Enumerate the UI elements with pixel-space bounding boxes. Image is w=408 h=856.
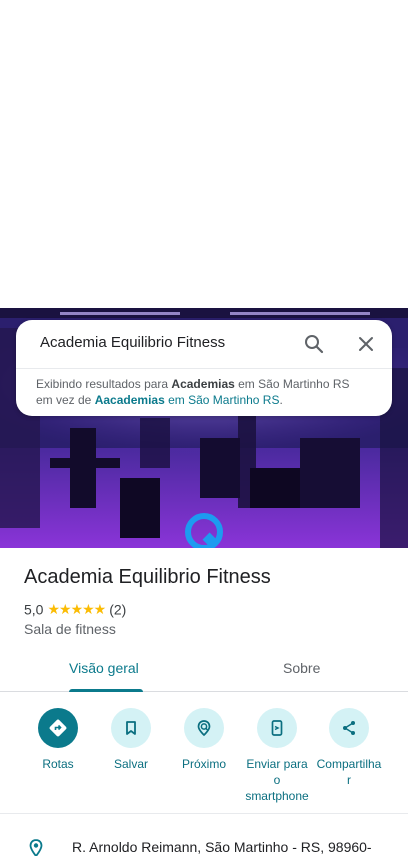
- nearby-label: Próximo: [181, 757, 226, 771]
- save-label: Salvar: [113, 757, 148, 771]
- star-rating-icon: ★★★★★: [47, 600, 106, 617]
- suggestion-location: em São Martinho RS: [234, 377, 350, 391]
- suggestion-alt-term: Aacademias: [94, 393, 165, 407]
- blank-area: [0, 0, 408, 308]
- section-divider: [0, 813, 408, 814]
- share-label-line-1: Compartilha: [316, 757, 382, 771]
- search-input[interactable]: Academia Equilibrio Fitness: [40, 334, 225, 351]
- address-text: R. Arnoldo Reimann, São Martinho - RS, 9…: [72, 839, 372, 855]
- search-card: Academia Equilibrio Fitness Exibindo res…: [16, 320, 392, 416]
- directions-label: Rotas: [42, 757, 74, 771]
- share-label-line-2: r: [347, 773, 351, 787]
- divider: [16, 368, 392, 369]
- spelling-suggestion: Exibindo resultados para Academias em Sã…: [36, 376, 376, 408]
- search-icon[interactable]: [302, 332, 326, 356]
- place-category[interactable]: Sala de fitness: [24, 621, 116, 637]
- action-bar: Rotas Salvar Próximo Enviar para o smart…: [0, 708, 408, 812]
- rating-row[interactable]: 5,0 ★★★★★ (2): [24, 600, 126, 618]
- search-original-link[interactable]: Aacademias em São Martinho RS: [95, 393, 280, 407]
- tab-bar: Visão geral Sobre: [0, 652, 408, 692]
- bookmark-icon: [111, 708, 151, 748]
- directions-icon: [38, 708, 78, 748]
- share-label: Compartilha r: [309, 756, 389, 788]
- directions-button[interactable]: Rotas: [18, 708, 98, 772]
- tab-about[interactable]: Sobre: [283, 660, 320, 676]
- save-button[interactable]: Salvar: [91, 708, 171, 772]
- suggestion-end: .: [279, 393, 283, 407]
- send-to-phone-button[interactable]: Enviar para o smartphone: [237, 708, 317, 804]
- address-row[interactable]: R. Arnoldo Reimann, São Martinho - RS, 9…: [0, 830, 408, 856]
- nearby-icon: [184, 708, 224, 748]
- location-pin-icon: [26, 838, 46, 856]
- send-to-phone-label-line-2: o: [273, 773, 281, 787]
- active-tab-indicator: [69, 689, 143, 692]
- suggestion-alt-location: em São Martinho RS: [164, 393, 280, 407]
- close-icon[interactable]: [354, 332, 378, 356]
- rating-value: 5,0: [24, 601, 44, 618]
- nearby-button[interactable]: Próximo: [164, 708, 244, 772]
- send-to-phone-label-line-3: smartphone: [245, 789, 309, 803]
- search-bar[interactable]: Academia Equilibrio Fitness: [16, 320, 392, 368]
- review-count[interactable]: (2): [109, 601, 126, 617]
- tab-overview[interactable]: Visão geral: [69, 660, 139, 676]
- share-icon: [329, 708, 369, 748]
- send-to-phone-icon: [257, 708, 297, 748]
- suggestion-alt-prefix: em vez de: [36, 393, 95, 407]
- share-button[interactable]: Compartilha r: [309, 708, 389, 788]
- suggestion-prefix: Exibindo resultados para: [36, 377, 172, 391]
- send-to-phone-label-line-1: Enviar para: [246, 757, 308, 771]
- suggestion-term: Academias: [171, 377, 235, 391]
- send-to-phone-label: Enviar para o smartphone: [237, 756, 317, 804]
- place-title: Academia Equilibrio Fitness: [24, 566, 271, 588]
